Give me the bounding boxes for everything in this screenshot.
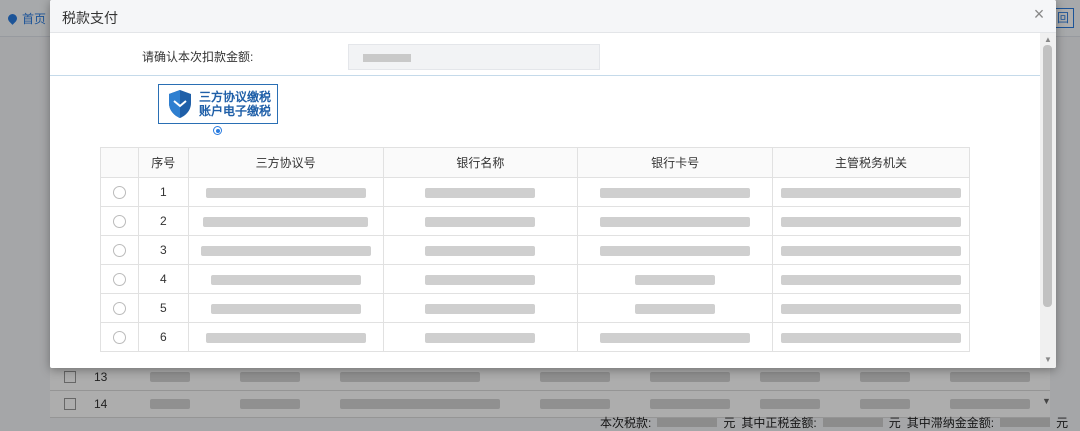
amount-row: 请确认本次扣款金额: <box>50 33 1040 76</box>
scroll-down-arrow-icon[interactable]: ▼ <box>1044 355 1052 364</box>
table-row[interactable]: 6 <box>100 322 970 352</box>
row-seq: 4 <box>137 264 189 294</box>
dialog-body: 请确认本次扣款金额: 三方协议缴税 账户电子缴税 序号 三方协议号 银行名称 银… <box>50 33 1040 368</box>
redacted-cell <box>577 293 774 323</box>
payment-method-radio[interactable] <box>213 126 222 135</box>
redacted-cell <box>577 264 774 294</box>
row-seq: 1 <box>137 177 189 207</box>
table-row[interactable]: 4 <box>100 264 970 294</box>
redacted-cell <box>577 235 774 265</box>
row-select-cell <box>100 206 139 236</box>
redacted-cell <box>382 177 579 207</box>
redacted-cell <box>577 177 774 207</box>
table-row[interactable]: 5 <box>100 293 970 323</box>
table-header-row: 序号 三方协议号 银行名称 银行卡号 主管税务机关 <box>100 147 970 178</box>
row-radio[interactable] <box>112 215 126 229</box>
row-radio[interactable] <box>112 331 126 345</box>
redacted-cell <box>772 206 970 236</box>
redacted-cell <box>187 206 384 236</box>
payment-method-line1: 三方协议缴税 <box>199 90 272 104</box>
column-header-select <box>100 147 139 178</box>
amount-field <box>348 44 600 70</box>
column-header-card-no: 银行卡号 <box>577 147 774 178</box>
row-radio[interactable] <box>112 302 126 316</box>
redacted-cell <box>187 264 384 294</box>
table-row[interactable]: 1 <box>100 177 970 207</box>
redacted-cell <box>187 177 384 207</box>
row-select-cell <box>100 177 139 207</box>
tax-payment-dialog: 税款支付 × 请确认本次扣款金额: 三方协议缴税 账户电子缴税 序号 三方协议号… <box>50 0 1056 368</box>
row-select-cell <box>100 235 139 265</box>
dialog-header: 税款支付 × <box>50 0 1056 33</box>
redacted-value <box>363 54 411 62</box>
dialog-scrollbar[interactable]: ▲ ▼ <box>1040 33 1056 368</box>
redacted-cell <box>382 206 579 236</box>
payment-method-label: 三方协议缴税 账户电子缴税 <box>199 90 271 118</box>
dialog-title: 税款支付 <box>62 10 118 26</box>
redacted-cell <box>772 177 970 207</box>
redacted-cell <box>772 235 970 265</box>
column-header-bank-name: 银行名称 <box>382 147 579 178</box>
row-radio[interactable] <box>112 186 126 200</box>
redacted-cell <box>382 235 579 265</box>
redacted-cell <box>187 293 384 323</box>
row-select-cell <box>100 264 139 294</box>
scrollbar-thumb[interactable] <box>1043 45 1052 307</box>
row-seq: 3 <box>137 235 189 265</box>
redacted-cell <box>382 264 579 294</box>
row-radio[interactable] <box>112 273 126 287</box>
row-select-cell <box>100 322 139 352</box>
row-seq: 6 <box>137 322 189 352</box>
account-table: 序号 三方协议号 银行名称 银行卡号 主管税务机关 1 2 3 4 5 6 <box>100 147 970 352</box>
shield-icon <box>169 90 191 118</box>
redacted-cell <box>187 322 384 352</box>
scroll-up-arrow-icon[interactable]: ▲ <box>1044 35 1052 44</box>
column-header-seq: 序号 <box>137 147 189 178</box>
redacted-cell <box>772 322 970 352</box>
row-seq: 5 <box>137 293 189 323</box>
row-radio[interactable] <box>112 244 126 258</box>
column-header-agreement-no: 三方协议号 <box>187 147 384 178</box>
row-select-cell <box>100 293 139 323</box>
redacted-cell <box>577 322 774 352</box>
column-header-tax-authority: 主管税务机关 <box>772 147 970 178</box>
table-row[interactable]: 2 <box>100 206 970 236</box>
payment-method-line2: 账户电子缴税 <box>199 104 272 118</box>
redacted-cell <box>382 322 579 352</box>
redacted-cell <box>187 235 384 265</box>
table-row[interactable]: 3 <box>100 235 970 265</box>
amount-label: 请确认本次扣款金额: <box>142 50 254 64</box>
redacted-cell <box>772 264 970 294</box>
close-icon[interactable]: × <box>1030 5 1048 23</box>
redacted-cell <box>772 293 970 323</box>
row-seq: 2 <box>137 206 189 236</box>
payment-method-card[interactable]: 三方协议缴税 账户电子缴税 <box>158 84 278 124</box>
redacted-cell <box>577 206 774 236</box>
redacted-cell <box>382 293 579 323</box>
